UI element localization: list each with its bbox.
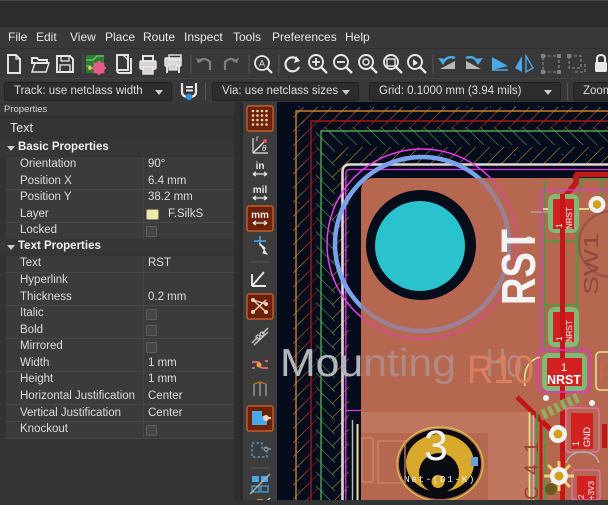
svg-text:GND: GND <box>582 427 592 448</box>
svg-text:NRST: NRST <box>547 373 581 387</box>
svg-text:NRST: NRST <box>565 320 574 342</box>
svg-text:NRST: NRST <box>565 207 574 229</box>
svg-text:in: in <box>256 161 265 172</box>
svg-text:Net-(D1-K): Net-(D1-K) <box>404 474 476 485</box>
svg-text:R1: R1 <box>598 360 608 385</box>
svg-text:C41: C41 <box>522 442 543 500</box>
svg-text:θ: θ <box>262 144 267 153</box>
svg-text:1: 1 <box>555 336 564 341</box>
svg-text:+3V3: +3V3 <box>587 481 596 500</box>
svg-text:3: 3 <box>424 422 448 470</box>
svg-text:RST: RST <box>493 229 546 305</box>
svg-text:r: r <box>256 134 259 143</box>
svg-text:mil: mil <box>253 185 268 196</box>
svg-text:SW1: SW1 <box>581 233 603 295</box>
svg-text:R10: R10 <box>467 348 534 392</box>
svg-text:2: 2 <box>577 494 586 499</box>
svg-text:A: A <box>259 59 265 69</box>
svg-text:mm: mm <box>251 210 269 221</box>
svg-text:1: 1 <box>571 441 581 446</box>
svg-text:1: 1 <box>555 223 564 228</box>
